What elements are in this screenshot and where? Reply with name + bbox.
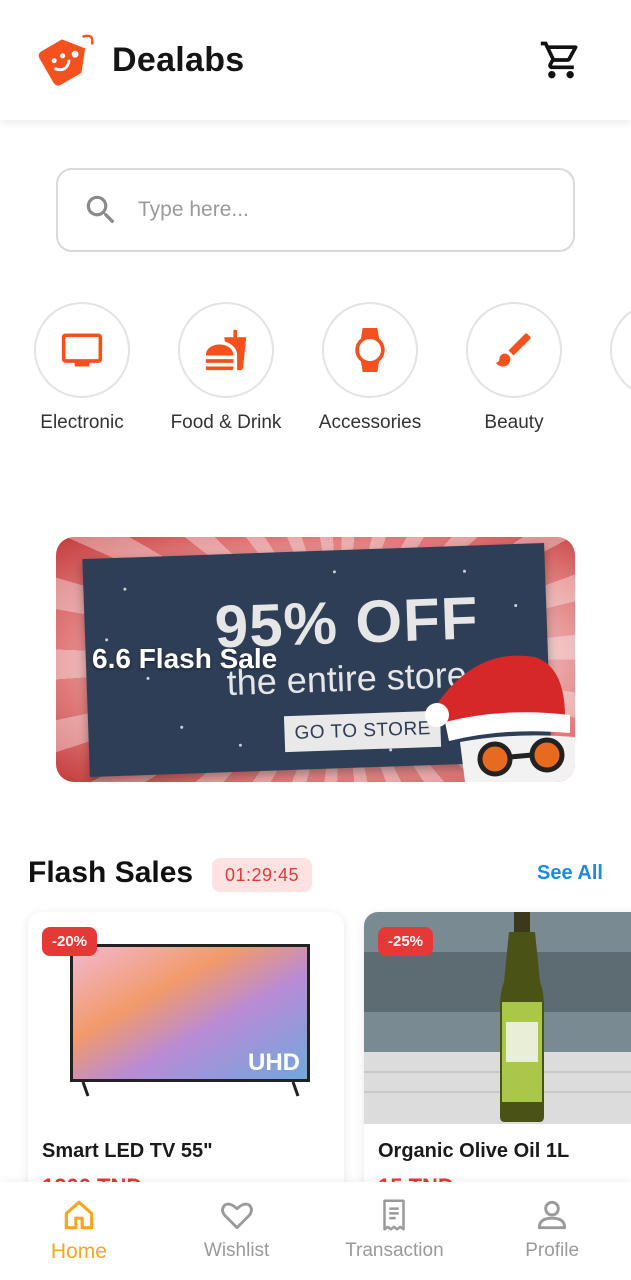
section-title: Flash Sales xyxy=(28,856,194,889)
bottom-navigation: Home Wishlist Transaction Profile xyxy=(0,1182,631,1280)
santa-mascot-icon xyxy=(425,655,575,782)
app-title: Dealabs xyxy=(112,40,245,79)
tv-uhd-label: UHD xyxy=(248,1049,300,1076)
promo-banner[interactable]: 95% OFF the entire store GO TO STORE 6.6… xyxy=(56,537,575,782)
search-input[interactable] xyxy=(138,198,538,222)
nav-home[interactable]: Home xyxy=(0,1182,158,1280)
nav-transaction[interactable]: Transaction xyxy=(316,1182,474,1280)
product-card[interactable]: -25% Organic Olive Oil 1L 15 TND xyxy=(364,912,631,1212)
watch-icon xyxy=(355,328,385,372)
nav-transaction-label: Transaction xyxy=(345,1240,444,1261)
category-food-drink[interactable]: Food & Drink xyxy=(156,300,296,434)
category-list: Electronic Food & Drink Accessories Beau… xyxy=(0,300,631,440)
cart-icon[interactable] xyxy=(539,38,583,82)
category-accessories[interactable]: Accessories xyxy=(300,300,440,434)
banner-title: 6.6 Flash Sale xyxy=(92,643,278,674)
product-name: Organic Olive Oil 1L xyxy=(378,1140,570,1162)
category-label: Food & Drink xyxy=(170,412,282,433)
tv-icon xyxy=(61,333,103,367)
category-fu-circle xyxy=(610,302,631,398)
app-header: Dealabs xyxy=(0,0,631,120)
nav-profile[interactable]: Profile xyxy=(473,1182,631,1280)
brush-icon xyxy=(495,333,531,367)
category-beauty[interactable]: Beauty xyxy=(444,300,584,434)
countdown-timer: 01:29:45 xyxy=(212,858,312,892)
category-label: Fu xyxy=(588,412,631,434)
discount-badge: -25% xyxy=(378,927,434,956)
category-label: Beauty xyxy=(484,412,544,433)
category-food-circle xyxy=(178,302,274,398)
category-electronic-circle xyxy=(34,302,130,398)
category-label: Electronic xyxy=(40,412,124,433)
see-all-link[interactable]: See All xyxy=(537,862,603,885)
product-card[interactable]: UHD -20% Smart LED TV 55" 1200 TND xyxy=(28,912,344,1212)
home-icon xyxy=(64,1200,94,1230)
category-beauty-circle xyxy=(466,302,562,398)
category-accessories-circle xyxy=(322,302,418,398)
heart-icon xyxy=(220,1202,253,1230)
product-name: Smart LED TV 55" xyxy=(42,1140,213,1162)
logo-icon xyxy=(38,34,94,86)
discount-badge: -20% xyxy=(42,927,98,956)
nav-profile-label: Profile xyxy=(525,1240,580,1261)
receipt-icon xyxy=(383,1199,406,1231)
fastfood-icon xyxy=(205,329,247,371)
user-icon xyxy=(538,1200,567,1230)
category-electronic[interactable]: Electronic xyxy=(12,300,152,434)
category-fu[interactable]: Fu xyxy=(588,300,631,434)
nav-home-label: Home xyxy=(50,1240,107,1263)
nav-wishlist[interactable]: Wishlist xyxy=(158,1182,316,1280)
search-icon xyxy=(86,195,115,224)
search-bar[interactable] xyxy=(56,168,575,252)
category-label: Accessories xyxy=(318,412,422,433)
nav-wishlist-label: Wishlist xyxy=(203,1240,270,1261)
